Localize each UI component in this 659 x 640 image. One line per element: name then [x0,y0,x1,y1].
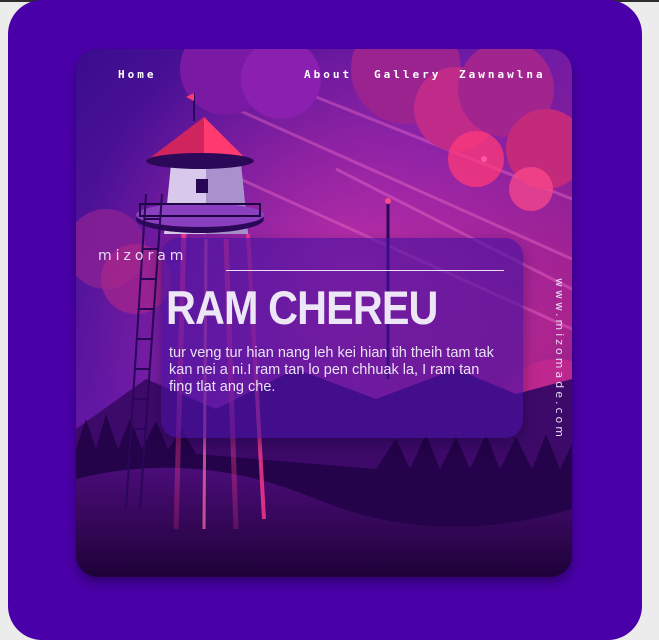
svg-text:×: × [196,177,208,193]
hero-panel [161,238,523,438]
nav-zawnawlna[interactable]: Zawnawlna [459,68,546,81]
brand-name: mizoram [98,248,188,264]
nav-about[interactable]: About [304,68,352,81]
nav-home[interactable]: Home [118,68,157,81]
hero-description: tur veng tur hian nang leh kei hian tih … [169,345,494,395]
nav-gallery[interactable]: Gallery [374,68,441,81]
hero-title: RAM CHEREU [166,281,438,334]
top-nav: Home About Gallery Zawnawlna [76,49,572,99]
website-url: www.mizomade.com [553,278,566,440]
title-divider [226,270,504,271]
